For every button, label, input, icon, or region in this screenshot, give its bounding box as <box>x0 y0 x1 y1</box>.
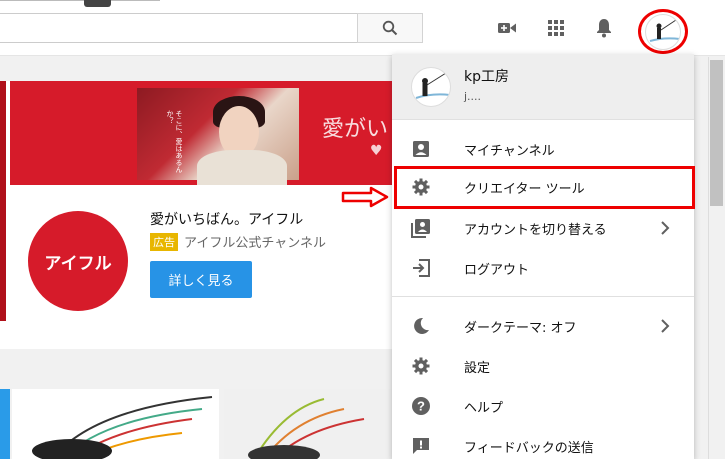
video-thumbnail[interactable] <box>0 389 10 459</box>
annotation-highlight-box <box>394 166 695 209</box>
menu-item-switch-account[interactable]: アカウントを切り替える <box>392 208 694 248</box>
fishing-fly-image <box>248 398 365 459</box>
ad-photo: そこに、愛はあるんか？ <box>137 88 299 185</box>
video-camera-add-icon[interactable] <box>497 18 517 38</box>
apps-grid-icon[interactable] <box>546 18 566 38</box>
search-button[interactable] <box>357 13 423 43</box>
chevron-right-icon <box>661 221 670 235</box>
heart-icon: ♥ <box>370 143 383 159</box>
ad-banner-image[interactable]: そこに、愛はあるんか？ 愛がい ♥ <box>10 81 410 185</box>
video-thumbnail[interactable] <box>224 389 392 459</box>
menu-item-help[interactable]: ? ヘルプ <box>392 386 694 426</box>
advertiser-logo[interactable]: アイフル <box>28 211 128 311</box>
email-redaction <box>482 91 618 103</box>
menu-item-my-channel[interactable]: マイチャンネル <box>392 129 694 169</box>
menu-divider <box>392 119 694 120</box>
menu-item-logout[interactable]: ログアウト <box>392 248 694 288</box>
logo-text: アイフル <box>44 253 112 274</box>
account-box-icon <box>410 138 432 160</box>
menu-item-settings[interactable]: 設定 <box>392 346 694 386</box>
annotation-red-circle <box>638 9 688 54</box>
annotation-right-arrow <box>341 186 389 208</box>
account-header: kp工房 j..........u@gmail <box>392 54 694 119</box>
menu-item-feedback[interactable]: フィードバックの送信 <box>392 426 694 459</box>
bell-icon[interactable] <box>594 18 614 38</box>
menu-item-label: ダークテーマ: オフ <box>464 321 577 336</box>
search-icon <box>382 20 398 36</box>
ad-card[interactable]: そこに、愛はあるんか？ 愛がい ♥ アイフル 愛がいちばん。アイフル 広告 アイ… <box>0 81 410 349</box>
account-menu: kp工房 j..........u@gmail マイチャンネル <box>392 54 694 459</box>
svg-text:?: ? <box>417 399 425 414</box>
ad-title[interactable]: 愛がいちばん。アイフル <box>150 209 303 229</box>
menu-divider <box>392 296 694 297</box>
fishing-fly-image <box>32 396 213 459</box>
chevron-right-icon <box>661 319 670 333</box>
ad-banner-text: 愛がい <box>322 117 389 142</box>
help-icon: ? <box>410 395 432 417</box>
feedback-icon <box>410 435 432 457</box>
menu-item-label: アカウントを切り替える <box>464 223 607 238</box>
ad-channel-name[interactable]: アイフル公式チャンネル <box>184 232 326 251</box>
video-thumbnail[interactable] <box>12 389 219 459</box>
gear-icon <box>410 355 432 377</box>
logout-icon <box>410 257 432 279</box>
menu-item-label: マイチャンネル <box>464 144 555 159</box>
menu-item-label: ヘルプ <box>464 401 504 416</box>
fly-fishing-avatar-icon <box>415 72 450 99</box>
account-avatar <box>411 67 451 107</box>
menu-item-label: フィードバックの送信 <box>464 441 594 456</box>
masthead <box>0 0 725 56</box>
search-input[interactable] <box>0 13 357 43</box>
menu-item-dark-theme[interactable]: ダークテーマ: オフ <box>392 306 694 346</box>
drag-handle[interactable] <box>84 0 111 7</box>
learn-more-button[interactable]: 詳しく見る <box>150 261 252 298</box>
scrollbar-thumb[interactable] <box>710 60 723 206</box>
switch-account-icon <box>410 217 432 239</box>
ad-badge: 広告 <box>150 233 178 251</box>
ad-left-strip <box>0 81 6 321</box>
menu-item-label: 設定 <box>464 361 491 376</box>
account-name: kp工房 <box>464 69 509 85</box>
moon-icon <box>410 315 432 337</box>
menu-item-label: ログアウト <box>464 263 530 278</box>
window-edge <box>0 0 160 1</box>
